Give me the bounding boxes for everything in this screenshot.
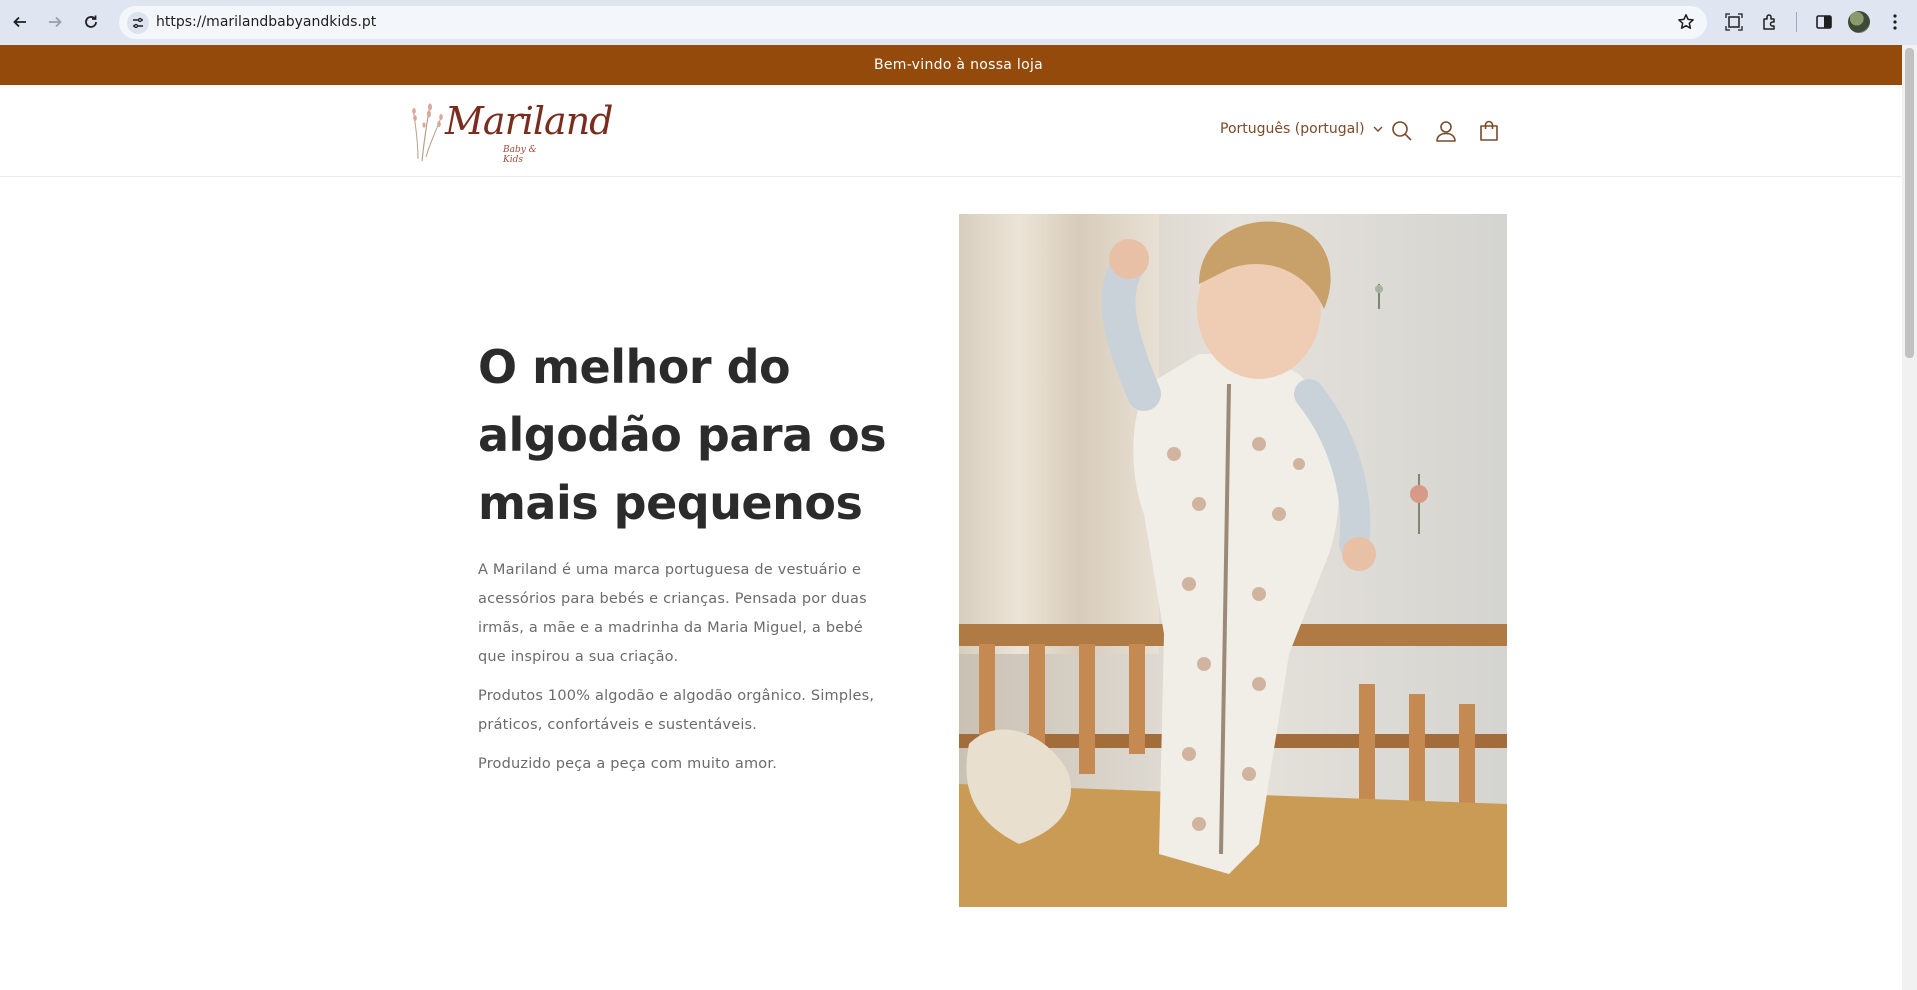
search-button[interactable]	[1389, 118, 1415, 144]
chevron-down-icon	[1373, 126, 1383, 132]
page-scrollbar-thumb[interactable]	[1905, 48, 1914, 358]
back-button[interactable]	[8, 10, 32, 34]
browser-toolbar: https://marilandbabyandkids.pt	[0, 0, 1917, 45]
hero-paragraph: Produzido peça a peça com muito amor.	[478, 756, 778, 772]
cart-button[interactable]	[1476, 118, 1502, 144]
announcement-bar: Bem-vindo à nossa loja	[0, 45, 1917, 85]
side-panel-icon[interactable]	[1812, 10, 1836, 34]
account-icon	[1436, 121, 1456, 142]
menu-kebab-icon[interactable]	[1883, 10, 1907, 34]
reload-button[interactable]	[79, 10, 103, 34]
logo-wordmark: Mariland	[445, 99, 613, 143]
lavender-sprig-icon	[412, 103, 443, 162]
address-bar[interactable]: https://marilandbabyandkids.pt	[119, 6, 1707, 39]
language-selector[interactable]: Português (portugal)	[1220, 121, 1383, 137]
language-label: Português (portugal)	[1220, 121, 1365, 137]
hero-photo	[959, 214, 1507, 907]
back-arrow-icon	[13, 16, 26, 28]
forward-arrow-icon	[49, 16, 62, 28]
cart-icon	[1480, 120, 1498, 141]
extensions-icon[interactable]	[1758, 10, 1782, 34]
screenshot-icon[interactable]	[1722, 10, 1746, 34]
reload-icon	[85, 15, 97, 28]
search-icon	[1392, 121, 1412, 141]
profile-avatar[interactable]	[1848, 11, 1870, 33]
hero-heading: O melhor do algodão para os mais pequeno…	[478, 340, 887, 530]
account-button[interactable]	[1433, 118, 1459, 144]
forward-button[interactable]	[43, 10, 67, 34]
url-text[interactable]: https://marilandbabyandkids.pt	[156, 14, 376, 30]
hero-paragraph: A Mariland é uma marca portuguesa de ves…	[478, 562, 867, 665]
site-logo[interactable]: Mariland Baby & Kids	[408, 97, 613, 165]
announcement-text: Bem-vindo à nossa loja	[873, 57, 1044, 73]
hero-paragraph: Produtos 100% algodão e algodão orgânico…	[478, 688, 875, 733]
hero-description: A Mariland é uma marca portuguesa de ves…	[478, 556, 883, 789]
site-header: Mariland Baby & Kids Português (portugal…	[0, 85, 1917, 177]
logo-tagline: Baby & Kids	[503, 145, 537, 165]
site-info-icon[interactable]	[127, 12, 149, 34]
toolbar-divider	[1796, 12, 1797, 32]
toddler-in-sleepsuit-image	[959, 214, 1507, 907]
bookmark-star-icon[interactable]	[1677, 13, 1695, 36]
